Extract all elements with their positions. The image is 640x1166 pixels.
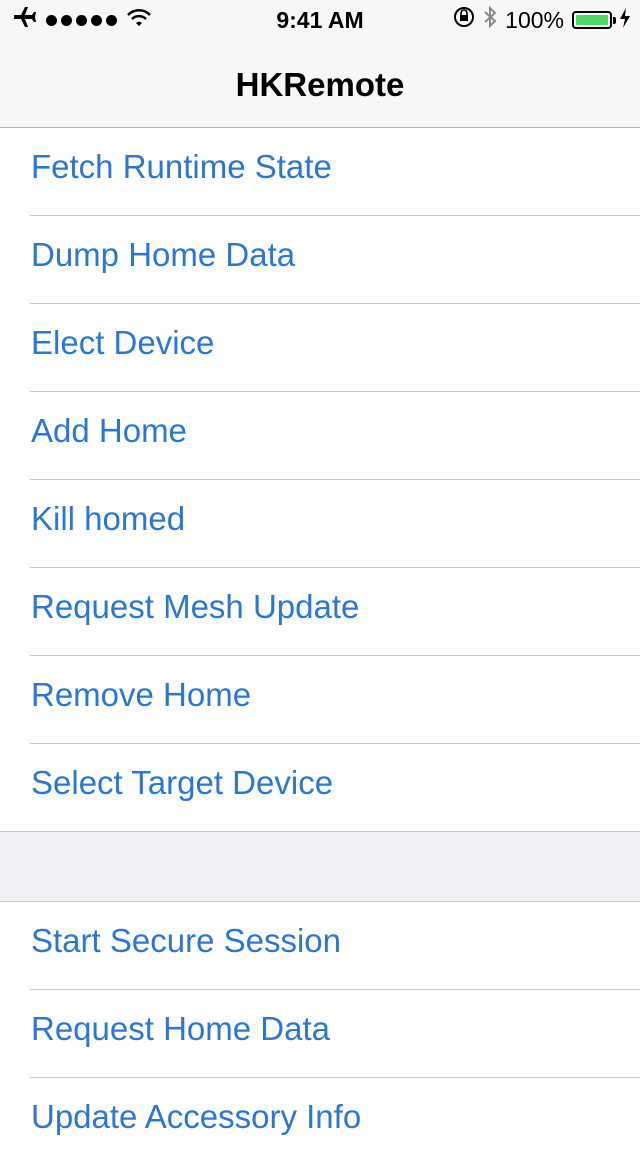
- list-item-start-secure-session[interactable]: Start Secure Session: [0, 902, 640, 990]
- separator: [0, 831, 640, 832]
- list-item-label: Start Secure Session: [31, 922, 341, 959]
- list-item-request-mesh-update[interactable]: Request Mesh Update: [0, 568, 640, 656]
- list-item-dump-home-data[interactable]: Dump Home Data: [0, 216, 640, 304]
- battery-icon: [572, 11, 616, 29]
- list-item-elect-device[interactable]: Elect Device: [0, 304, 640, 392]
- list-item-label: Update Accessory Info: [31, 1098, 362, 1135]
- charging-icon: [620, 7, 630, 34]
- list-item-select-target-device[interactable]: Select Target Device: [0, 744, 640, 832]
- status-right: 100%: [453, 5, 630, 34]
- list-item-remove-home[interactable]: Remove Home: [0, 656, 640, 744]
- list-item-label: Select Target Device: [31, 764, 334, 801]
- list-item-add-home[interactable]: Add Home: [0, 392, 640, 480]
- action-list: Fetch Runtime State Dump Home Data Elect…: [0, 128, 640, 1166]
- list-item-label: Add Home: [31, 412, 187, 449]
- list-item-label: Request Home Data: [31, 1010, 330, 1047]
- list-item-label: Elect Device: [31, 324, 215, 361]
- battery-percent: 100%: [505, 6, 564, 33]
- list-item-label: Kill homed: [31, 500, 186, 537]
- list-item-request-home-data[interactable]: Request Home Data: [0, 990, 640, 1078]
- status-bar: 9:41 AM 100%: [0, 0, 640, 40]
- bluetooth-icon: [483, 5, 497, 34]
- list-item-kill-homed[interactable]: Kill homed: [0, 480, 640, 568]
- list-item-label: Request Mesh Update: [31, 588, 360, 625]
- page-title: HKRemote: [235, 66, 405, 103]
- list-item-label: Dump Home Data: [31, 236, 296, 273]
- list-item-label: Fetch Runtime State: [31, 148, 332, 185]
- orientation-lock-icon: [453, 6, 475, 34]
- navigation-bar: HKRemote: [0, 40, 640, 128]
- list-item-update-accessory-info[interactable]: Update Accessory Info: [0, 1078, 640, 1166]
- list-item-label: Remove Home: [31, 676, 252, 713]
- list-item-fetch-runtime-state[interactable]: Fetch Runtime State: [0, 128, 640, 216]
- section-separator: [0, 832, 640, 902]
